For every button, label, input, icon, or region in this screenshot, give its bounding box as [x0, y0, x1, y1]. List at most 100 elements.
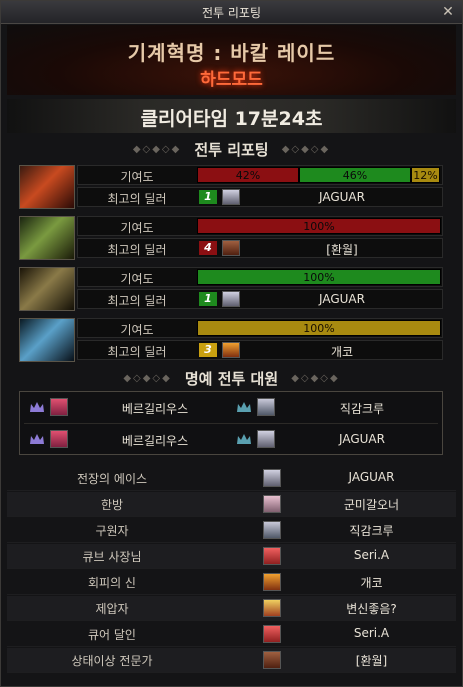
contribution-row: 기여도 100% [77, 216, 443, 236]
raid-header: 기계혁명 : 바칼 레이드 하드모드 [7, 25, 456, 95]
ornament-left-icon: ◆◇◆◇◆ [132, 144, 182, 155]
honor-cell: 베르길리우스 [20, 424, 231, 455]
honor-cell: 직감크루 [231, 392, 442, 423]
contribution-row: 기여도 100% [77, 318, 443, 338]
contribution-row: 기여도 42% 46% 12% [77, 165, 443, 185]
top-dealer-label: 최고의 딜러 [107, 192, 167, 206]
honor-cell: 베르길리우스 [20, 392, 231, 423]
contribution-value: 46% [342, 169, 368, 182]
boss-portrait-icon [19, 165, 75, 209]
close-icon[interactable]: ✕ [440, 4, 456, 20]
award-row: 구원자 직감크루 [7, 518, 456, 543]
ornament-right-icon: ◆◇◆◇◆ [291, 373, 340, 384]
award-row: 큐브 사장님 Seri.A [7, 544, 456, 569]
contribution-value: 42% [235, 169, 261, 182]
crown-icon [237, 434, 251, 444]
award-row: 전장의 에이스 JAGUAR [7, 466, 456, 491]
title-bar[interactable]: 전투 리포팅 ✕ [1, 1, 462, 24]
award-player: Seri.A [353, 626, 390, 640]
award-player: Seri.A [353, 548, 390, 562]
crown-icon [237, 402, 251, 412]
contribution-bar: 100% [197, 269, 441, 285]
honor-panel: 베르길리우스 직감크루 베르길리우스 JAGUAR [19, 391, 443, 455]
crown-icon [30, 402, 44, 412]
rank-badge: 1 [199, 292, 217, 306]
contribution-value: 100% [303, 322, 335, 335]
contribution-value: 100% [303, 271, 335, 284]
rank-badge: 4 [199, 241, 217, 255]
award-player: [환월] [355, 654, 388, 668]
award-row: 큐어 달인 Seri.A [7, 622, 456, 647]
avatar [50, 430, 68, 448]
clear-time: 클리어타임 17분24초 [140, 108, 323, 130]
award-title: 큐브 사장님 [82, 550, 142, 564]
honor-player-name: 베르길리우스 [121, 402, 189, 416]
avatar [257, 398, 275, 416]
honor-section-header: ◆◇◆◇◆ 명예 전투 대원 ◆◇◆◇◆ [1, 368, 462, 390]
ornament-right-icon: ◆◇◆◇◆ [281, 144, 331, 155]
rank-badge: 3 [199, 343, 217, 357]
avatar [222, 291, 240, 307]
contribution-bar: 100% [197, 320, 441, 336]
boss-report: 기여도 42% 46% 12% 최고의 딜러 1 JAGUAR [19, 165, 443, 209]
avatar [222, 342, 240, 358]
avatar [263, 547, 281, 565]
award-row: 회피의 신 개코 [7, 570, 456, 595]
boss-portrait-icon [19, 267, 75, 311]
honor-section-title: 명예 전투 대원 [184, 370, 279, 388]
contribution-segment: 100% [197, 320, 441, 336]
contribution-value: 100% [303, 220, 335, 233]
report-section-title: 전투 리포팅 [194, 141, 269, 159]
avatar [222, 189, 240, 205]
honor-row: 베르길리우스 JAGUAR [20, 424, 442, 455]
contribution-label: 기여도 [120, 170, 154, 184]
raid-title: 기계혁명 : 바칼 레이드 [127, 41, 336, 65]
avatar [263, 625, 281, 643]
report-section-header: ◆◇◆◇◆ 전투 리포팅 ◆◇◆◇◆ [1, 139, 462, 161]
contribution-label: 기여도 [120, 221, 154, 235]
rank-badge: 1 [199, 190, 217, 204]
top-dealer-row: 최고의 딜러 1 JAGUAR [77, 289, 443, 309]
avatar [222, 240, 240, 256]
contribution-bar: 42% 46% 12% [197, 167, 441, 183]
award-title: 구원자 [95, 524, 129, 538]
contribution-label: 기여도 [120, 323, 154, 337]
crown-icon [30, 434, 44, 444]
top-dealer-row: 최고의 딜러 3 개코 [77, 340, 443, 360]
avatar [257, 430, 275, 448]
top-dealer-row: 최고의 딜러 4 [환월] [77, 238, 443, 258]
avatar [263, 469, 281, 487]
top-dealer-name: JAGUAR [319, 190, 365, 204]
award-player: 군미갈오너 [343, 498, 400, 512]
award-player: 직감크루 [349, 524, 394, 538]
award-title: 상태이상 전문가 [71, 654, 153, 668]
award-title: 회피의 신 [88, 576, 136, 590]
clear-time-banner: 클리어타임 17분24초 [7, 99, 456, 133]
boss-portrait-icon [19, 216, 75, 260]
honor-cell: JAGUAR [231, 424, 442, 455]
battle-report-window: 전투 리포팅 ✕ 기계혁명 : 바칼 레이드 하드모드 클리어타임 17분24초… [0, 0, 463, 687]
contribution-segment: 42% [197, 167, 299, 183]
top-dealer-label: 최고의 딜러 [107, 345, 167, 359]
boss-portrait-icon [19, 318, 75, 362]
avatar [263, 573, 281, 591]
award-title: 한방 [100, 498, 124, 512]
award-title: 제압자 [95, 602, 129, 616]
award-row: 제압자 변신좋음? [7, 596, 456, 621]
honor-player-name: 베르길리우스 [121, 434, 189, 448]
award-player: 변신좋음? [346, 602, 397, 616]
avatar [263, 495, 281, 513]
contribution-segment: 100% [197, 269, 441, 285]
award-player: JAGUAR [348, 470, 395, 484]
boss-report: 기여도 100% 최고의 딜러 1 JAGUAR [19, 267, 443, 311]
contribution-label: 기여도 [120, 272, 154, 286]
award-row: 상태이상 전문가 [환월] [7, 648, 456, 673]
difficulty-label: 하드모드 [200, 70, 263, 90]
contribution-value: 12% [413, 169, 438, 182]
contribution-bar: 100% [197, 218, 441, 234]
honor-row: 베르길리우스 직감크루 [20, 392, 442, 423]
contribution-segment: 46% [299, 167, 411, 183]
top-dealer-name: [환월] [326, 243, 358, 257]
top-dealer-name: JAGUAR [319, 292, 365, 306]
avatar [263, 521, 281, 539]
